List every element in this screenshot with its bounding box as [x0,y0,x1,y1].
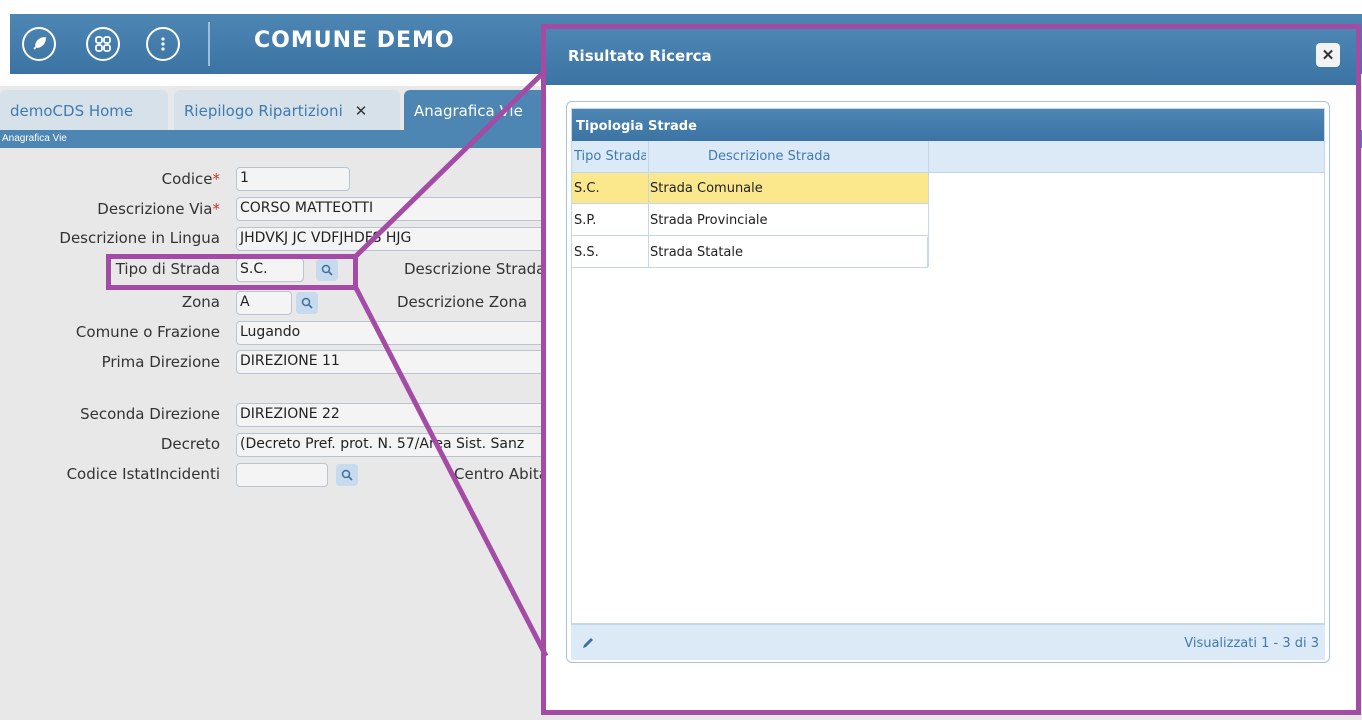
highlight-connector [353,68,549,658]
